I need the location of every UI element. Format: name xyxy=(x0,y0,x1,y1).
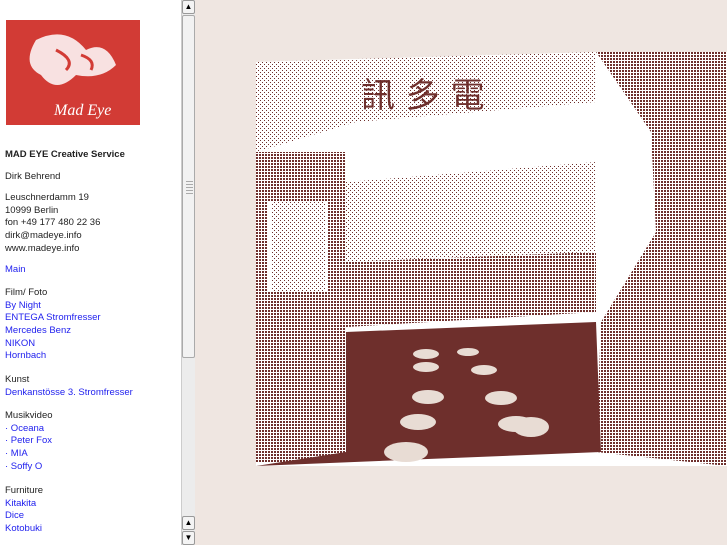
nav-link[interactable]: NIKON xyxy=(5,338,35,351)
grip-icon xyxy=(186,181,193,195)
nav-link[interactable]: By Night xyxy=(5,300,41,313)
nav-link[interactable]: · Soffy O xyxy=(5,461,42,474)
phone: fon +49 177 480 22 36 xyxy=(5,217,101,228)
nav-link[interactable]: Hornbach xyxy=(5,350,46,363)
nav-link[interactable]: Dice xyxy=(5,510,24,523)
address-city: 10999 Berlin xyxy=(5,205,59,216)
svg-text:Mad Eye: Mad Eye xyxy=(53,102,111,119)
section-title: Kunst xyxy=(5,374,30,385)
email: dirk@madeye.info xyxy=(5,230,82,241)
nav-link[interactable]: Mercedes Benz xyxy=(5,325,71,338)
sidebar-scrollbar[interactable]: ▲ ▲ ▼ xyxy=(181,0,195,545)
nav-link[interactable]: · MIA xyxy=(5,448,28,461)
nav-link[interactable]: Kitakita xyxy=(5,498,36,511)
contact-name: Dirk Behrend xyxy=(5,171,61,182)
mad-eye-logo[interactable]: Mad Eye xyxy=(6,20,140,125)
shop-interior-photo: 訊 多 電 xyxy=(256,52,727,466)
scroll-up-button-bottom[interactable]: ▲ xyxy=(182,516,195,530)
nav-link[interactable]: Denkanstösse 3. Stromfresser xyxy=(5,387,133,400)
section-title: Musikvideo xyxy=(5,410,53,421)
shop-sign: 訊 多 電 xyxy=(361,76,485,116)
sidebar: Mad Eye MAD EYE Creative Service Dirk Be… xyxy=(0,0,181,545)
section-title: Film/ Foto xyxy=(5,287,48,298)
nav-link[interactable]: · Oceana xyxy=(5,423,44,436)
company-name: MAD EYE Creative Service xyxy=(5,149,125,160)
address-street: Leuschnerdamm 19 xyxy=(5,192,89,203)
scrollbar-thumb[interactable] xyxy=(182,15,195,358)
nav-link[interactable]: ENTEGA Stromfresser xyxy=(5,312,101,325)
nav-link[interactable]: · Peter Fox xyxy=(5,435,52,448)
scroll-up-button[interactable]: ▲ xyxy=(182,0,195,14)
section-title: Furniture xyxy=(5,485,44,496)
nav-link[interactable]: Kotobuki xyxy=(5,523,42,536)
scroll-down-button[interactable]: ▼ xyxy=(182,531,195,545)
main-link[interactable]: Main xyxy=(5,264,26,277)
website: www.madeye.info xyxy=(5,243,80,254)
